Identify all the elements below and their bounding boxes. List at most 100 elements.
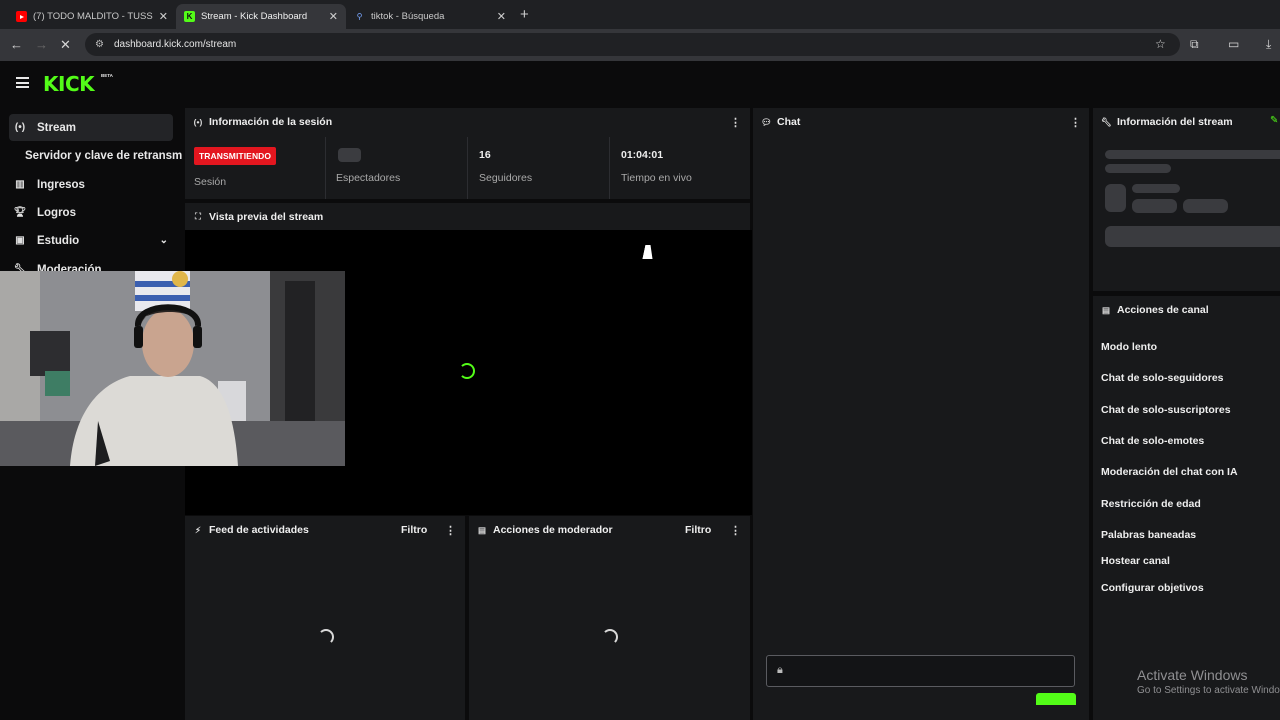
live-status-badge: TRANSMITIENDO <box>194 147 277 165</box>
session-info-header: (•) Información de la sesión <box>185 108 750 136</box>
webcam-overlay <box>0 271 345 466</box>
sidebar-item-label: Ingresos <box>37 178 85 191</box>
lightning-icon: ⚡︎ <box>195 524 201 535</box>
action-host-channel[interactable]: Hostear canal <box>1101 555 1170 567</box>
list-icon: ▤ <box>1101 304 1111 315</box>
close-icon[interactable]: ✕ <box>497 10 506 23</box>
stop-loading-icon[interactable]: ✕ <box>60 37 71 53</box>
browser-tab-strip: (7) TODO MALDITO - TUSSIWA ✕ K Stream - … <box>0 0 1280 29</box>
stat-label: Espectadores <box>336 172 401 184</box>
stat-value: 01:04:01 <box>621 149 664 161</box>
divider <box>609 137 610 199</box>
log-icon: ▤ <box>477 524 487 535</box>
stat-value: 16 <box>479 149 491 161</box>
channel-actions-header: ▤ Acciones de canal <box>1093 296 1280 324</box>
loading-skeleton <box>1132 184 1180 193</box>
tab-label: tiktok - Búsqueda <box>371 11 445 22</box>
sidebar-item-stream[interactable]: (•) Stream <box>9 114 173 141</box>
action-subscribers-only[interactable]: Chat de solo-suscriptores <box>1101 404 1231 416</box>
tab-youtube[interactable]: (7) TODO MALDITO - TUSSIWA ✕ <box>8 4 176 29</box>
stream-info-panel: 🔧︎ Información del stream ✎ <box>1093 108 1280 291</box>
edit-pencil-icon[interactable]: ✎ <box>1270 115 1278 126</box>
action-emotes-only[interactable]: Chat de solo-emotes <box>1101 435 1204 447</box>
kick-header: KICK BETA <box>0 61 1280 107</box>
back-arrow-icon[interactable]: ← <box>10 37 23 52</box>
stat-viewers: Espectadores <box>327 137 467 199</box>
stat-label: Seguidores <box>479 172 533 184</box>
send-button[interactable] <box>1036 693 1076 705</box>
sidebar-item-logros[interactable]: 🏆︎ Logros <box>9 199 173 226</box>
stat-session: TRANSMITIENDO Sesión <box>185 137 325 199</box>
sidebar-item-estudio[interactable]: ▣ Estudio ⌄ <box>9 227 173 254</box>
divider <box>325 137 326 199</box>
kick-icon: K <box>184 11 195 22</box>
viewers-loading-placeholder <box>338 148 361 162</box>
session-info-panel: (•) Información de la sesión ⋮ TRANSMITI… <box>185 108 750 199</box>
close-icon[interactable]: ✕ <box>329 10 338 23</box>
close-icon[interactable]: ✕ <box>159 10 168 23</box>
tab-kick-dashboard[interactable]: K Stream - Kick Dashboard ✕ <box>176 4 346 29</box>
tab-tiktok-search[interactable]: ⚲ tiktok - Búsqueda ✕ <box>346 4 514 29</box>
new-tab-button[interactable]: + <box>520 6 529 23</box>
download-icon[interactable]: ⤓ <box>1266 37 1271 52</box>
filter-button[interactable]: Filtro <box>685 524 711 536</box>
stream-info-header: 🔧︎ Información del stream <box>1093 108 1280 136</box>
chat-bubble-icon: 💬︎ <box>761 116 772 127</box>
action-configure-goals[interactable]: Configurar objetivos <box>1101 582 1204 594</box>
bookmark-star-icon[interactable]: ☆ <box>1155 37 1166 51</box>
action-followers-only[interactable]: Chat de solo-seguidores <box>1101 372 1224 384</box>
chat-header: 💬︎ Chat <box>753 108 1089 136</box>
chat-panel: 💬︎ Chat ⋮ 🔒︎ <box>753 108 1089 720</box>
panel-title: Feed de actividades <box>209 524 309 536</box>
watermark-line2: Go to Settings to activate Windows. <box>1137 685 1280 696</box>
sidebar-item-label: Estudio <box>37 234 80 247</box>
youtube-icon <box>16 11 27 22</box>
broadcast-icon: (•) <box>193 117 203 127</box>
studio-icon: ▣ <box>15 235 25 246</box>
kebab-menu-icon[interactable]: ⋮ <box>730 116 741 129</box>
preview-icon: ⛶ <box>195 211 201 221</box>
site-settings-icon[interactable]: ⚙ <box>95 39 104 50</box>
tab-label: Stream - Kick Dashboard <box>201 11 308 22</box>
extensions-icon[interactable]: ⧉ <box>1190 37 1199 52</box>
stream-preview-header: ⛶ Vista previa del stream <box>185 203 750 230</box>
address-bar[interactable]: ⚙ dashboard.kick.com/stream <box>85 33 1180 56</box>
loading-skeleton <box>1105 164 1171 173</box>
action-age-restriction[interactable]: Restricción de edad <box>1101 498 1201 510</box>
loading-skeleton <box>1132 199 1177 213</box>
hamburger-menu-icon[interactable] <box>16 77 29 88</box>
action-slow-mode[interactable]: Modo lento <box>1101 341 1157 353</box>
panel-title: Acciones de canal <box>1117 304 1209 316</box>
stat-label: Tiempo en vivo <box>621 172 692 184</box>
kick-logo[interactable]: KICK <box>43 72 95 96</box>
kebab-menu-icon[interactable]: ⋮ <box>1070 116 1081 129</box>
sidebar-item-server-key[interactable]: Servidor y clave de retransmisión <box>25 142 183 169</box>
browser-toolbar: ← → ✕ ⚙ dashboard.kick.com/stream ☆ ⧉ ▭ … <box>0 29 1280 61</box>
chat-input[interactable]: 🔒︎ <box>766 655 1075 687</box>
forward-arrow-icon[interactable]: → <box>35 37 48 52</box>
panel-title: Información de la sesión <box>209 116 333 128</box>
sidebar-item-ingresos[interactable]: ▥ Ingresos <box>9 171 173 198</box>
chevron-down-icon[interactable]: ⌄ <box>160 235 168 246</box>
tab-label: (7) TODO MALDITO - TUSSIWA <box>33 11 153 22</box>
action-ai-moderation[interactable]: Moderación del chat con IA <box>1101 466 1238 478</box>
moderator-actions-panel: ▤ Acciones de moderador Filtro ⋮ <box>469 516 750 720</box>
loading-skeleton <box>1105 150 1280 159</box>
broadcast-icon: (•) <box>14 122 26 133</box>
loading-spinner <box>318 629 334 645</box>
windows-activation-watermark: Activate Windows Go to Settings to activ… <box>1137 667 1280 696</box>
filter-button[interactable]: Filtro <box>401 524 427 536</box>
cast-icon[interactable]: ▭ <box>1228 37 1239 51</box>
kebab-menu-icon[interactable]: ⋮ <box>730 524 741 537</box>
action-banned-words[interactable]: Palabras baneadas <box>1101 529 1196 541</box>
activity-feed-panel: ⚡︎ Feed de actividades Filtro ⋮ <box>185 516 465 720</box>
loading-spinner <box>459 363 475 379</box>
lock-icon: 🔒︎ <box>777 664 783 676</box>
watermark-line1: Activate Windows <box>1137 667 1248 683</box>
sidebar-item-label: Logros <box>37 206 76 219</box>
wrench-icon: 🔧︎ <box>1101 116 1112 127</box>
stat-label: Sesión <box>194 176 227 188</box>
kebab-menu-icon[interactable]: ⋮ <box>445 524 456 537</box>
search-icon: ⚲ <box>356 12 363 21</box>
trophy-icon: 🏆︎ <box>13 207 27 218</box>
